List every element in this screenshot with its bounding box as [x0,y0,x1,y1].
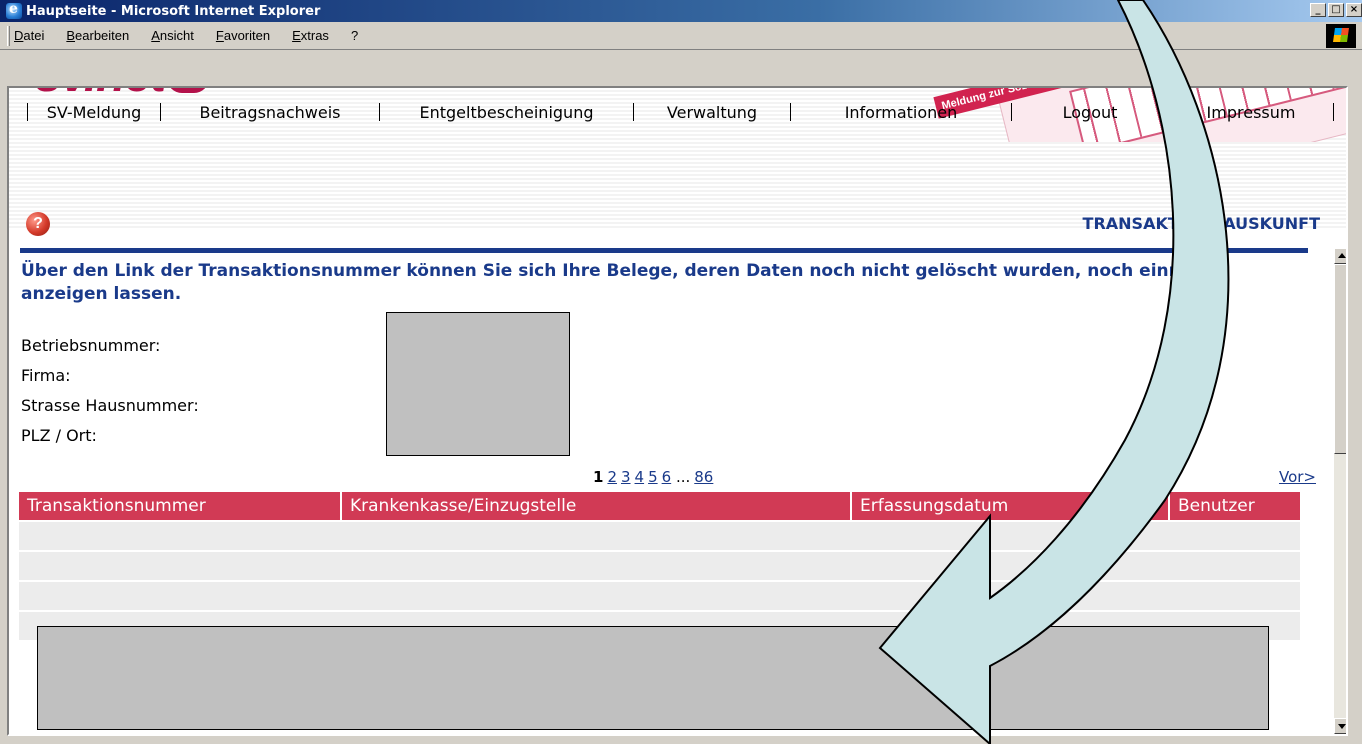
page-link-last[interactable]: 86 [694,468,713,486]
vertical-scrollbar[interactable] [1334,248,1346,734]
menu-ansicht[interactable]: Ansicht [151,28,194,43]
window-controls: _ □ × [1310,3,1362,17]
page-ellipsis: ... [675,468,691,486]
table-row[interactable] [19,582,1300,610]
windows-logo-icon [1326,24,1356,48]
next-page-link[interactable]: Vor> [1279,468,1316,486]
scroll-down-button[interactable] [1334,718,1346,734]
help-icon[interactable]: ? [26,212,50,236]
maximize-button[interactable]: □ [1328,3,1344,17]
label-betriebsnummer: Betriebsnummer: [21,336,161,355]
table-row[interactable] [19,552,1300,580]
scroll-up-button[interactable] [1334,248,1346,264]
header-erfassungsdatum[interactable]: Erfassungsdatum [852,492,1170,520]
nav-informationen[interactable]: Informationen [791,103,1011,122]
close-button[interactable]: × [1346,3,1362,17]
nav-beitragsnachweis[interactable]: Beitragsnachweis [161,103,379,122]
menu-bearbeiten[interactable]: Bearbeiten [66,28,129,43]
menu-help[interactable]: ? [351,28,358,43]
logo-badge: online [167,88,210,94]
menu-extras[interactable]: Extras [292,28,329,43]
nav-separator [1333,103,1334,121]
page-link-2[interactable]: 2 [607,468,617,486]
header-benutzer[interactable]: Benutzer [1170,492,1300,520]
page-link-5[interactable]: 5 [648,468,658,486]
redacted-table-block [37,626,1269,730]
label-plz-ort: PLZ / Ort: [21,426,97,445]
window-title: Hauptseite - Microsoft Internet Explorer [26,3,321,19]
browser-content: sv.netonline Meldung zur Sozialversicher… [7,86,1348,736]
page-current: 1 [593,468,604,486]
menu-bar: Datei Bearbeiten Ansicht Favoriten Extra… [0,22,1362,50]
label-strasse: Strasse Hausnummer: [21,396,199,415]
pagination: 123456 ... 86 [593,468,713,486]
nav-logout[interactable]: Logout [1012,103,1168,122]
page-link-3[interactable]: 3 [621,468,631,486]
title-rule [20,248,1308,253]
minimize-button[interactable]: _ [1310,3,1326,17]
nav-impressum[interactable]: Impressum [1169,103,1333,122]
header-krankenkasse[interactable]: Krankenkasse/Einzugstelle [342,492,852,520]
web-page: sv.netonline Meldung zur Sozialversicher… [9,88,1346,734]
menu-datei[interactable]: Datei [14,28,44,43]
page-link-4[interactable]: 4 [635,468,645,486]
toolbar-grip [7,26,10,46]
content-top-frame [7,50,1362,86]
page-title: TRANSAKTIONSAUSKUNFT [1082,214,1320,233]
browser-window: Hauptseite - Microsoft Internet Explorer… [0,0,1362,744]
internet-explorer-icon [6,1,22,19]
main-navigation: SV-Meldung Beitragsnachweis Entgeltbesch… [27,100,1346,124]
scroll-thumb[interactable] [1334,264,1346,454]
redacted-address-block [386,312,570,456]
intro-text: Über den Link der Transaktionsnummer kön… [21,261,1204,304]
label-firma: Firma: [21,366,71,385]
menu-favoriten[interactable]: Favoriten [216,28,270,43]
nav-sv-meldung[interactable]: SV-Meldung [28,103,160,122]
table-row[interactable] [19,522,1300,550]
header-transaktionsnummer[interactable]: Transaktionsnummer [19,492,342,520]
title-bar: Hauptseite - Microsoft Internet Explorer… [0,0,1362,22]
page-link-6[interactable]: 6 [662,468,672,486]
table-header: Transaktionsnummer Krankenkasse/Einzugst… [19,492,1300,520]
nav-entgeltbescheinigung[interactable]: Entgeltbescheinigung [380,103,633,122]
nav-verwaltung[interactable]: Verwaltung [634,103,790,122]
